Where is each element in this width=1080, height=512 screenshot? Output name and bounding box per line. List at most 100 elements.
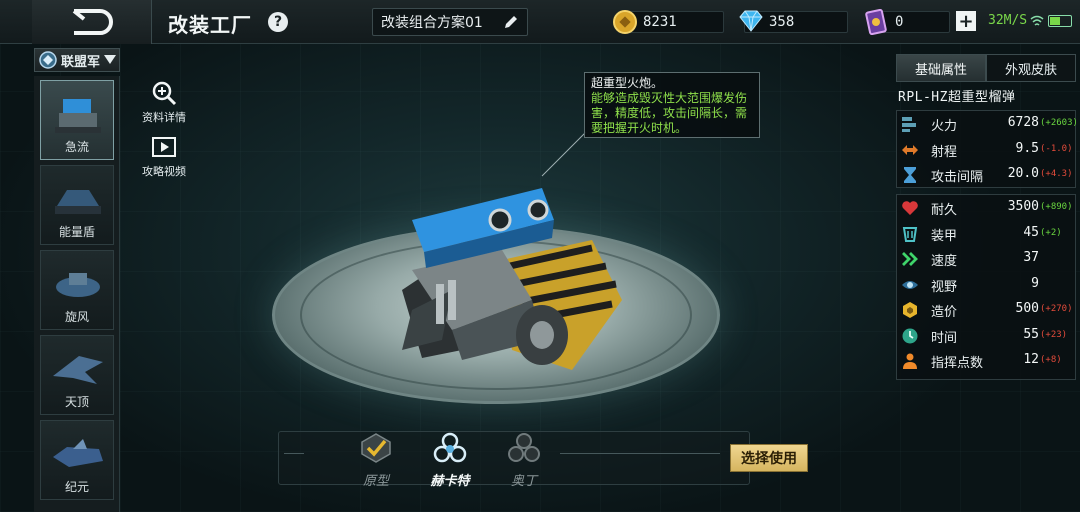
stat-delta: (+890) [1040,202,1073,212]
stat-value: 37 [1023,250,1039,265]
video-label: 攻略视频 [142,165,186,178]
stat-label: 射程 [931,144,958,160]
stat-delta: (+2603) [1040,118,1078,128]
details-button[interactable]: 资料详情 [140,80,188,125]
stat-label: 装甲 [931,228,958,244]
stat-row-vision: 视野 9 [897,272,1075,298]
faction-selector[interactable]: 联盟军 [34,48,120,72]
unit-description-callout: 超重型火炮。 能够造成毁灭性大范围爆发伤害，精度低，攻击间隔长，需要把握开火时机… [584,72,760,138]
unit-tab-epoch[interactable]: 纪元 [40,420,114,500]
firepower-icon [902,117,916,132]
callout-title: 超重型火炮。 [591,76,664,90]
diamond-icon [739,10,763,32]
range-icon [902,144,918,155]
stat-label: 攻击间隔 [931,170,984,185]
callout-pointer [541,131,587,177]
stat-row-durability: 耐久 3500 (+890) [897,195,1075,221]
help-icon[interactable]: ? [268,12,288,32]
speed-icon [902,252,918,266]
stat-delta: (+8) [1040,355,1062,365]
back-arrow-icon [72,9,113,35]
stat-label: 指挥点数 [931,356,984,371]
stat-row-firepower: 火力 6728 (+2603) [897,111,1078,137]
stat-value: 6728 [1007,115,1039,130]
stat-label: 火力 [931,119,958,134]
unit-tab-zenith[interactable]: 天顶 [40,335,114,415]
variant-label: 赫卡特 [430,474,470,489]
network-speed: 32M/S [988,13,1028,28]
stat-row-armor: 装甲 45 (+2) [897,221,1075,247]
unit-label: 旋风 [64,310,89,324]
tank-thumbnail-icon [55,99,101,133]
variant-bar-line [284,453,304,454]
aircraft-thumbnail-icon [53,356,103,384]
artillery-tank-model[interactable] [392,180,632,380]
video-button[interactable]: 攻略视频 [140,136,188,179]
unit-label: 能量盾 [58,225,95,239]
stat-label: 造价 [931,305,958,320]
select-use-button[interactable]: 选择使用 [730,444,808,472]
chevron-down-icon [104,55,117,64]
variant-hecate[interactable]: 赫卡特 [420,432,480,489]
faction-emblem-icon [39,51,57,69]
card-resource: 0 [865,9,950,35]
stat-label: 时间 [931,330,958,346]
battery-icon [1048,15,1072,27]
attack-stats: 火力 6728 (+2603) 射程 9.5 (-1.0) 攻击间隔 20.0 … [896,110,1078,188]
page-title: 改装工厂 [168,13,252,37]
stat-label: 视野 [931,279,958,295]
stat-value: 55 [1023,326,1039,342]
stat-row-range: 射程 9.5 (-1.0) [897,137,1075,163]
stat-delta: (+23) [1040,329,1068,340]
stat-row-command-points: 指挥点数 12 (+8) [897,348,1075,374]
stat-delta: (-1.0) [1040,143,1073,154]
stat-delta: (+2) [1040,227,1062,238]
unit-tab-energy-shield[interactable]: 能量盾 [40,165,114,245]
unit-tab-whirlwind[interactable]: 旋风 [40,250,114,330]
tab-skins[interactable]: 外观皮肤 [986,54,1076,82]
heart-icon [902,201,918,215]
edit-icon[interactable] [503,14,519,30]
defense-stats: 耐久 3500 (+890) 装甲 45 (+2) 速度 37 视野 9 造价 … [896,194,1076,380]
add-resource-button[interactable]: + [956,11,976,32]
back-button[interactable] [32,0,152,44]
hover-vehicle-thumbnail-icon [56,273,100,297]
stat-label: 耐久 [931,203,958,218]
unit-name: RPL-HZ超重型榴弹 [898,90,1016,105]
stat-row-cost: 造价 500 (+270) [897,297,1075,323]
card-icon [865,9,887,35]
details-label: 资料详情 [142,111,186,124]
variant-label: 原型 [362,474,389,489]
stat-row-time: 时间 55 (+23) [897,323,1075,349]
armor-icon [902,226,918,242]
top-bar: 改装工厂 ? 改装组合方案01 8231 358 0 + 32M/S [0,0,1080,44]
unit-label: 天顶 [64,395,89,409]
tab-basic-attributes[interactable]: 基础属性 [896,54,986,82]
stat-label: 速度 [931,254,958,269]
preset-name: 改装组合方案01 [381,15,483,31]
gold-coin-icon [613,10,637,34]
prototype-check-icon [361,433,391,463]
shield-vehicle-thumbnail-icon [55,190,101,214]
stat-value: 9.5 [1015,140,1039,156]
hecate-emblem-icon [433,432,467,463]
odin-emblem-icon [508,433,540,462]
unit-sidebar: 急流 能量盾 旋风 天顶 纪元 [34,76,120,512]
stat-row-speed: 速度 37 [897,246,1075,272]
stat-value: 20.0 [1007,166,1039,181]
stat-value: 500 [1015,301,1039,316]
preset-selector[interactable]: 改装组合方案01 [372,8,528,36]
stat-value: 45 [1023,224,1039,240]
stat-value: 12 [1023,352,1039,367]
callout-description: 能够造成毁灭性大范围爆发伤害，精度低，攻击间隔长，需要把握开火时机。 [591,91,748,135]
stat-row-attack-interval: 攻击间隔 20.0 (+4.3) [897,162,1075,188]
variant-prototype[interactable]: 原型 [346,432,406,489]
variant-label: 奥丁 [510,474,537,489]
hourglass-icon [904,167,916,183]
magnifier-plus-icon [152,81,177,106]
gold-resource: 8231 [613,10,724,34]
variant-odin[interactable]: 奥丁 [494,432,554,489]
unit-tab-jiliu[interactable]: 急流 [40,80,114,160]
variant-bar-line [560,453,720,454]
wifi-icon [1030,15,1044,26]
